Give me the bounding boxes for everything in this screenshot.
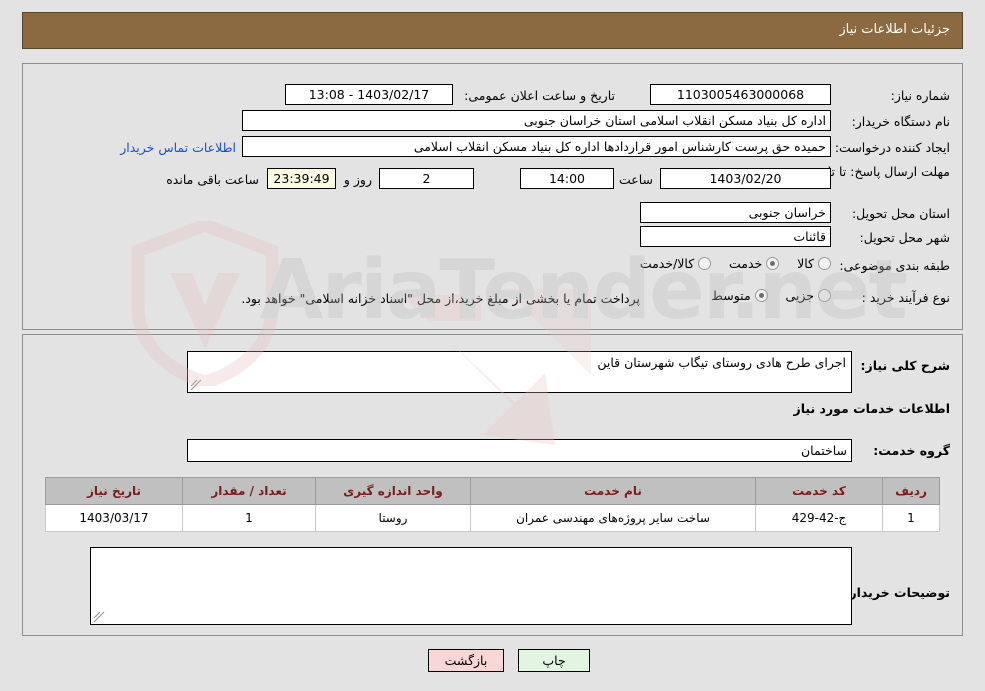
service-group-value: ساختمان [187,439,852,462]
col-header-quantity: تعداد / مقدار [182,477,316,505]
radio-option-jozei-label: جزیی [785,288,814,303]
cell-service-code: ج-42-429 [755,504,883,532]
deadline-date-value: 1403/02/20 [660,168,831,189]
col-header-service-name: نام خدمت [470,477,756,505]
radio-kala-icon[interactable] [818,257,831,270]
col-header-row-no: ردیف [882,477,940,505]
need-summary-text: اجرای طرح هادی روستای تیگاب شهرستان قاین [597,355,846,370]
resize-grip-icon[interactable] [93,611,105,623]
request-creator-label: ایجاد کننده درخواست: [834,140,950,155]
col-header-unit: واحد اندازه گیری [315,477,471,505]
announce-datetime-value: 13:08 - 1403/02/17 [285,84,453,105]
radio-motavaset-icon[interactable] [754,289,768,302]
radio-option-kala-khedmat-label: کالا/خدمت [639,256,695,271]
need-number-value: 1103005463000068 [650,84,831,105]
radio-option-khedmat-label: خدمت [729,256,763,271]
hour-label: ساعت [618,172,653,187]
table-header-row: ردیف کد خدمت نام خدمت واحد اندازه گیری ت… [45,477,940,505]
delivery-city-value: قائنات [640,226,831,247]
purchase-process-radio-group: جزیی متوسط [697,288,831,303]
footer-button-bar: چاپ بازگشت [0,645,985,691]
cell-row-no: 1 [882,504,940,532]
need-summary-textarea[interactable]: اجرای طرح هادی روستای تیگاب شهرستان قاین [187,351,852,393]
radio-option-jozei[interactable]: جزیی [768,288,831,303]
resize-grip-icon[interactable] [190,379,202,391]
subject-category-radio-group: کالا خدمت کالا/خدمت [626,256,831,271]
cell-service-name: ساخت سایر پروژه‌های مهندسی عمران [470,504,756,532]
cell-need-date: 1403/03/17 [45,504,183,532]
radio-option-kala-khedmat[interactable]: کالا/خدمت [626,256,712,271]
time-remaining-suffix: ساعت باقی مانده [166,172,259,187]
buyer-notes-textarea[interactable] [90,547,852,625]
radio-option-khedmat[interactable]: خدمت [711,256,780,271]
radio-option-kala-label: کالا [797,256,814,271]
buyer-org-value: اداره کل بنیاد مسکن انقلاب اسلامی استان … [242,110,831,131]
request-creator-value: حمیده حق پرست کارشناس امور قراردادها ادا… [242,136,831,157]
need-summary-label: شرح کلی نیاز: [860,358,950,373]
subject-category-label: طبقه بندی موضوعی: [839,258,950,273]
response-deadline-label: مهلت ارسال پاسخ: تا تاریخ: [805,164,950,179]
announce-datetime-label: تاریخ و ساعت اعلان عمومی: [464,88,615,103]
buyer-org-label: نام دستگاه خریدار: [851,114,950,129]
need-number-label: شماره نیاز: [890,88,950,103]
col-header-need-date: تاریخ نیاز [45,477,183,505]
buyer-contact-link[interactable]: اطلاعات تماس خریدار [120,140,236,155]
services-table: ردیف کد خدمت نام خدمت واحد اندازه گیری ت… [45,477,940,532]
deadline-time-value: 14:00 [520,168,614,189]
delivery-province-value: خراسان جنوبی [640,202,831,223]
days-remaining-label: روز و [343,172,372,187]
treasury-bond-note: پرداخت تمام یا بخشی از مبلغ خرید،از محل … [241,291,640,306]
table-row: 1 ج-42-429 ساخت سایر پروژه‌های مهندسی عم… [45,504,940,532]
radio-jozei-icon[interactable] [818,289,831,302]
page-title: جزئیات اطلاعات نیاز [839,22,950,37]
radio-option-motavaset-label: متوسط [711,288,751,303]
radio-khedmat-icon[interactable] [766,257,780,270]
delivery-city-label: شهر محل تحویل: [859,230,950,245]
cell-unit: روستا [315,504,471,532]
time-remaining-value: 23:39:49 [267,168,336,189]
back-button[interactable]: بازگشت [428,649,504,672]
purchase-process-label: نوع فرآیند خرید : [861,290,950,305]
radio-option-motavaset[interactable]: متوسط [697,288,768,303]
buyer-notes-label: توضیحات خریدار; [844,585,950,600]
radio-kala-khedmat-icon[interactable] [698,257,712,270]
days-remaining-value: 2 [379,168,474,189]
delivery-province-label: استان محل تحویل: [851,206,950,221]
page-header-bar: جزئیات اطلاعات نیاز [22,12,963,49]
radio-option-kala[interactable]: کالا [779,256,831,271]
service-group-label: گروه خدمت: [873,443,950,458]
col-header-service-code: کد خدمت [755,477,883,505]
need-info-panel: شماره نیاز: 1103005463000068 تاریخ و ساع… [22,63,963,330]
print-button[interactable]: چاپ [518,649,590,672]
cell-quantity: 1 [182,504,316,532]
services-section-heading: اطلاعات خدمات مورد نیاز [793,401,951,416]
